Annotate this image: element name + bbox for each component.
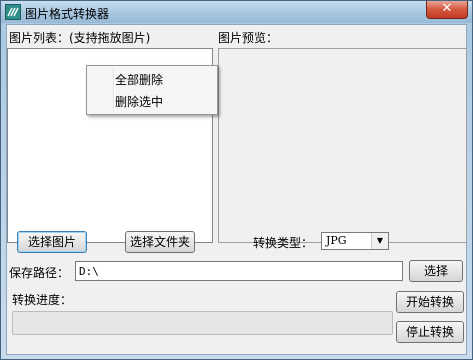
window-title: 图片格式转换器 [25,7,110,21]
convert-type-select[interactable]: JPG ▼ [321,232,389,250]
image-preview [218,48,467,243]
choose-path-button[interactable]: 选择 [409,260,463,282]
save-path-label: 保存路径： [9,266,70,280]
select-folder-button[interactable]: 选择文件夹 [125,231,195,253]
progress-label: 转换进度： [12,293,73,307]
close-button[interactable]: ✕ [426,1,468,19]
app-icon [5,4,21,20]
image-list-label: 图片列表：(支持拖放图片) [9,31,151,45]
app-window: 图片格式转换器 ✕ 图片列表：(支持拖放图片) 图片预览： 全部删除 删除选中 … [0,0,473,360]
convert-type-value: JPG [326,234,347,247]
start-convert-button[interactable]: 开始转换 [396,291,464,313]
close-icon: ✕ [441,1,453,16]
menu-item-delete-all[interactable]: 全部删除 [115,71,163,88]
main-panel: 图片列表：(支持拖放图片) 图片预览： 全部删除 删除选中 选择图片 选择文件夹… [6,24,467,355]
menu-item-delete-selected[interactable]: 删除选中 [115,93,163,110]
context-menu: 全部删除 删除选中 [86,65,218,115]
title-bar[interactable]: 图片格式转换器 ✕ [1,1,472,23]
progress-bar [12,311,393,335]
image-preview-label: 图片预览： [218,31,279,45]
chevron-down-icon[interactable]: ▼ [371,233,388,249]
stop-convert-button[interactable]: 停止转换 [396,321,464,343]
convert-type-label: 转换类型： [253,236,314,250]
save-path-input[interactable] [75,261,403,281]
select-image-button[interactable]: 选择图片 [17,231,87,253]
